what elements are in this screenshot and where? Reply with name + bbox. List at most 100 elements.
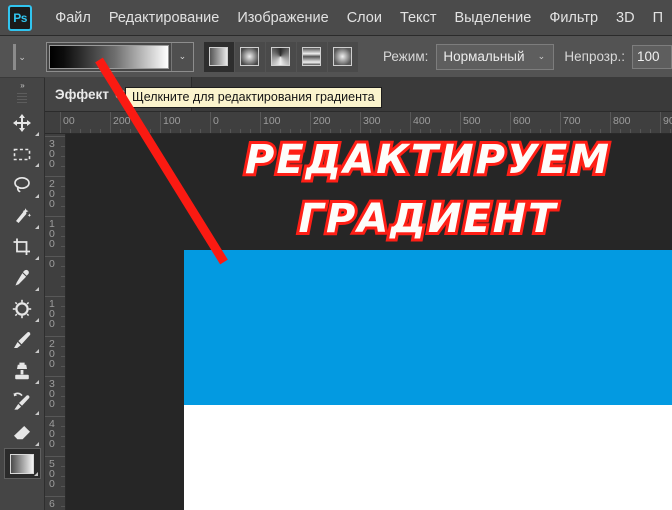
ruler-tick <box>45 256 65 257</box>
opacity-input[interactable]: 100 <box>632 44 672 69</box>
history-brush-tool[interactable] <box>4 386 41 417</box>
ruler-minor-tick <box>420 129 421 133</box>
blend-mode-chevron-down-icon: ⌄ <box>537 51 546 61</box>
menu-item-filter[interactable]: Фильтр <box>540 6 607 30</box>
brush-tool[interactable] <box>4 324 41 355</box>
gradient-tool-flyout-triangle-icon[interactable] <box>33 472 38 476</box>
ruler-minor-tick <box>520 129 521 133</box>
reflected-gradient-button[interactable] <box>296 41 327 72</box>
move-tool[interactable] <box>4 107 41 138</box>
tools-panel: » <box>0 78 45 510</box>
lasso-tool[interactable] <box>4 169 41 200</box>
menu-item-text[interactable]: Текст <box>391 6 446 30</box>
brush-tool-flyout-triangle-icon[interactable] <box>34 349 39 353</box>
ruler-label: 800 <box>613 115 631 127</box>
clone-stamp-tool-flyout-triangle-icon[interactable] <box>34 380 39 384</box>
gradient-type-group <box>203 41 359 72</box>
crop-tool-icon <box>13 238 30 255</box>
gradient-picker[interactable]: ⌄ <box>45 41 194 72</box>
move-tool-flyout-triangle-icon[interactable] <box>34 132 39 136</box>
spot-healing-tool-icon <box>12 299 32 318</box>
headline-line-2: ГРАДИЕНТ ГРАДИЕНТ <box>184 193 672 245</box>
eyedropper-tool-flyout-triangle-icon[interactable] <box>34 287 39 291</box>
ruler-minor-tick <box>250 129 251 133</box>
ruler-minor-tick <box>490 129 491 133</box>
clone-stamp-tool[interactable] <box>4 355 41 386</box>
ruler-label: 0 <box>213 115 219 127</box>
artboard[interactable]: РЕДАКТИРУЕМ РЕДАКТИРУЕМ ГРАДИЕНТ ГРАДИЕНТ <box>184 134 672 510</box>
blend-mode-label: Режим: <box>383 49 429 64</box>
ruler-minor-tick <box>80 129 81 133</box>
spot-healing-tool-flyout-triangle-icon[interactable] <box>34 318 39 322</box>
menu-item-3d[interactable]: 3D <box>607 6 644 30</box>
ruler-label: 400 <box>413 115 431 127</box>
ruler-minor-tick <box>90 129 91 133</box>
ruler-tick <box>45 376 65 377</box>
ruler-label: 500 <box>463 115 481 127</box>
vertical-ruler[interactable]: 300 200 100 0 100 200 300 400 500 6 <box>45 134 66 510</box>
marquee-tool-flyout-triangle-icon[interactable] <box>34 163 39 167</box>
canvas-area[interactable]: РЕДАКТИРУЕМ РЕДАКТИРУЕМ ГРАДИЕНТ ГРАДИЕНТ <box>66 134 672 510</box>
tools-panel-collapse-icon[interactable]: » <box>0 78 44 93</box>
menu-item-edit[interactable]: Редактирование <box>100 6 228 30</box>
artboard-white-band <box>184 405 672 510</box>
eraser-tool-flyout-triangle-icon[interactable] <box>34 442 39 446</box>
gradient-preview-swatch[interactable] <box>48 44 169 69</box>
ruler-tick <box>45 336 65 337</box>
menu-item-file[interactable]: Файл <box>46 6 100 30</box>
tool-preset-chevron-down-icon[interactable]: ⌄ <box>18 44 26 70</box>
ruler-minor-tick <box>550 129 551 133</box>
ruler-minor-tick <box>280 129 281 133</box>
ruler-minor-tick <box>450 129 451 133</box>
blend-mode-select[interactable]: Нормальный ⌄ <box>436 43 555 70</box>
menu-item-view[interactable]: П <box>644 6 672 30</box>
radial-gradient-button[interactable] <box>234 41 265 72</box>
ruler-minor-tick <box>270 129 271 133</box>
ruler-label: 300 <box>363 115 381 127</box>
magic-wand-tool[interactable] <box>4 200 41 231</box>
ruler-minor-tick <box>61 206 65 207</box>
eraser-tool[interactable] <box>4 417 41 448</box>
ruler-label: 500 <box>49 458 55 490</box>
lasso-tool-flyout-triangle-icon[interactable] <box>34 194 39 198</box>
diamond-gradient-button[interactable] <box>327 41 358 72</box>
ruler-minor-tick <box>230 129 231 133</box>
horizontal-ruler[interactable]: 0020010001002003004005006007008009001000… <box>45 112 672 134</box>
angle-gradient-button[interactable] <box>265 41 296 72</box>
gradient-chevron-down-icon[interactable]: ⌄ <box>170 42 193 71</box>
gradient-tool[interactable] <box>3 448 41 479</box>
rectangular-marquee-tool[interactable] <box>4 138 41 169</box>
ruler-minor-tick <box>70 129 71 133</box>
magic-wand-tool-flyout-triangle-icon[interactable] <box>34 225 39 229</box>
ruler-tick <box>45 456 65 457</box>
ruler-label: 600 <box>513 115 531 127</box>
headline-line-1: РЕДАКТИРУЕМ РЕДАКТИРУЕМ <box>184 134 672 186</box>
menu-item-image[interactable]: Изображение <box>228 6 337 30</box>
menu-item-layers[interactable]: Слои <box>338 6 391 30</box>
crop-tool[interactable] <box>4 231 41 262</box>
spot-healing-tool[interactable] <box>4 293 41 324</box>
ruler-minor-tick <box>61 316 65 317</box>
ruler-minor-tick <box>180 129 181 133</box>
ruler-minor-tick <box>300 129 301 133</box>
ruler-minor-tick <box>580 129 581 133</box>
menu-item-select[interactable]: Выделение <box>445 6 540 30</box>
ruler-minor-tick <box>620 129 621 133</box>
ruler-tick <box>45 496 65 497</box>
crop-tool-flyout-triangle-icon[interactable] <box>34 256 39 260</box>
ruler-label: 00 <box>63 115 75 127</box>
diamond-gradient-icon <box>333 47 353 66</box>
tools-panel-grip[interactable] <box>17 93 27 104</box>
ruler-minor-tick <box>61 166 65 167</box>
photoshop-logo-icon[interactable]: Ps <box>8 4 33 31</box>
ruler-minor-tick <box>61 246 65 247</box>
ruler-label: 200 <box>49 338 55 370</box>
ruler-label: 100 <box>49 218 55 250</box>
ruler-minor-tick <box>670 129 671 133</box>
tool-preset-picker[interactable] <box>13 43 17 70</box>
linear-gradient-button[interactable] <box>203 41 234 72</box>
history-brush-tool-flyout-triangle-icon[interactable] <box>34 411 39 415</box>
eyedropper-tool[interactable] <box>4 262 41 293</box>
ruler-minor-tick <box>140 129 141 133</box>
ruler-minor-tick <box>220 129 221 133</box>
